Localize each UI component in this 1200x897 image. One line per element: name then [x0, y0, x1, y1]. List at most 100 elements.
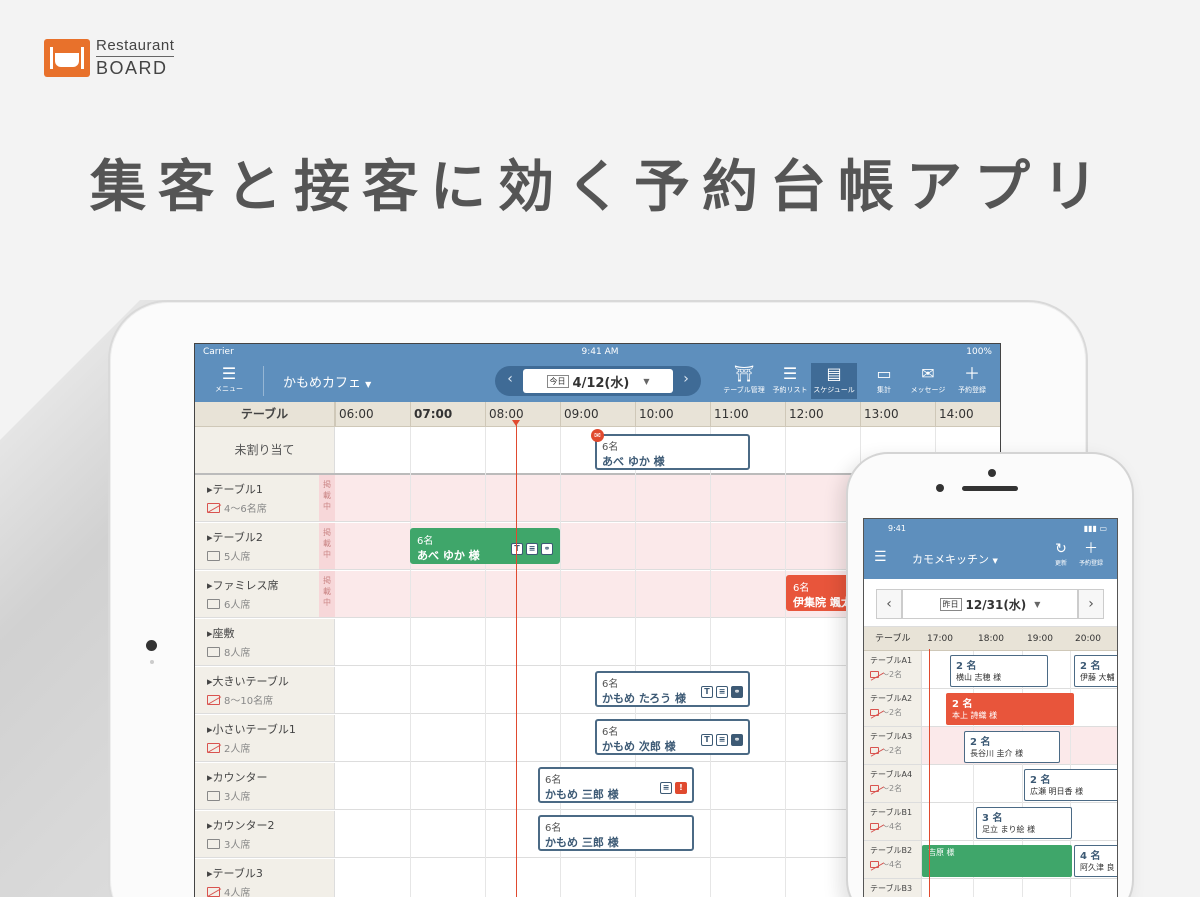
seat-icon [207, 838, 220, 849]
tool-label: メッセージ [910, 386, 946, 394]
table-name: ▸テーブル1 [207, 483, 263, 496]
table-name: テーブルB2 [870, 846, 913, 855]
date-selector[interactable]: 昨日 12/31(水) ▼ [902, 589, 1078, 619]
time-header: テーブル 06:00 07:00 08:00 09:00 10:00 11:00… [195, 402, 1000, 427]
tool-message[interactable]: ✉ メッセージ [905, 363, 951, 395]
no-smoking-seat-icon [870, 823, 879, 830]
reservation-card[interactable]: ✉ 6名 あべ ゆか 様 [591, 429, 750, 470]
table-name: ▸ファミレス席 [207, 579, 279, 592]
seat-icon [207, 790, 220, 801]
time-label: 06:00 [335, 402, 410, 427]
time-label: 08:00 [485, 402, 560, 427]
reservation-card[interactable]: 2 名伊藤 大輔 [1074, 655, 1117, 687]
table-name: ▸カウンター2 [207, 819, 275, 832]
guest-name: 阿久津 良 [1080, 863, 1115, 872]
no-smoking-seat-icon [870, 709, 879, 716]
iphone-camera-icon [936, 484, 944, 492]
table-row[interactable]: テーブルB3 [864, 879, 1117, 897]
guest-name: 長谷川 圭介 様 [970, 749, 1024, 758]
no-smoking-seat-icon [870, 861, 879, 868]
tool-add-reservation[interactable]: ＋ 予約登録 [949, 363, 995, 395]
time-label: 07:00 [410, 402, 485, 427]
plus-icon: ＋ [1084, 541, 1098, 557]
yesterday-tag[interactable]: 昨日 [939, 597, 962, 611]
hamburger-icon[interactable]: ☰ [874, 549, 887, 565]
iphone-speaker [962, 486, 1018, 491]
schedule-icon: ▤ [826, 364, 842, 383]
prev-day-button[interactable]: ‹ [876, 589, 902, 619]
hamburger-icon: ☰ [221, 364, 237, 383]
seat-count: 〜2名 [881, 670, 903, 679]
memo-icon: ≡ [716, 686, 728, 698]
menu-button[interactable]: ☰ メニュー [211, 364, 247, 394]
date-navigator: ‹ 今日 4/12(水) ▼ › [495, 366, 701, 396]
chevron-down-icon: ▼ [1034, 599, 1041, 609]
guest-name: 伊藤 大輔 [1080, 673, 1115, 682]
seat-count: 3人席 [224, 840, 251, 851]
divider [263, 366, 264, 396]
mail-icon: ✉ [591, 429, 604, 442]
table-name: テーブルA2 [870, 694, 913, 703]
prev-day-button[interactable]: ‹ [499, 371, 521, 387]
table-name: テーブルB1 [870, 808, 913, 817]
store-name: カモメキッチン [912, 553, 989, 566]
menu-label: メニュー [215, 385, 243, 393]
tool-reservation-list[interactable]: ☰ 予約リスト [767, 363, 813, 395]
time-label: 20:00 [1075, 634, 1101, 644]
iphone-screen: 9:41 ▮▮▮ ▭ ☰ カモメキッチン ▼ ↻ 更新 ＋ 予約登録 ‹ 昨日 12… [863, 518, 1118, 897]
iphone-date-bar: ‹ 昨日 12/31(水) ▼ › [864, 579, 1117, 627]
memo-icon: ≡ [526, 543, 538, 555]
unassigned-label: 未割り当て [195, 427, 335, 473]
seat-count: 〜2名 [881, 708, 903, 717]
reservation-card[interactable]: 2 名横山 志穂 様 [950, 655, 1048, 687]
seat-icon [207, 550, 220, 561]
reservation-card[interactable]: 6名 かもめ 三郎 様 [538, 815, 694, 851]
date-selector[interactable]: 今日 4/12(水) ▼ [523, 369, 673, 393]
grid-line [410, 427, 411, 897]
time-label: 14:00 [935, 402, 1000, 427]
iphone-app-bar: ☰ カモメキッチン ▼ ↻ 更新 ＋ 予約登録 [864, 537, 1117, 579]
table-name: ▸テーブル3 [207, 867, 263, 880]
today-tag[interactable]: 今日 [546, 374, 569, 388]
date-value: 12/31(水) [965, 597, 1027, 612]
tool-schedule[interactable]: ▤ スケジュール [811, 363, 857, 399]
guest-name: 横山 志穂 様 [956, 673, 1002, 682]
seat-count: 〜2名 [881, 746, 903, 755]
reservation-card[interactable]: 6名 かもめ 三郎 様 ≡! [538, 767, 694, 803]
table-name: ▸テーブル2 [207, 531, 263, 544]
reservation-card[interactable]: 6名 かもめ たろう 様 T ≡ ⚭ [595, 671, 750, 707]
table-name: ▸カウンター [207, 771, 268, 784]
add-reservation-button[interactable]: ＋ 予約登録 [1076, 540, 1106, 567]
refresh-button[interactable]: ↻ 更新 [1046, 540, 1076, 567]
next-day-button[interactable]: › [675, 371, 697, 387]
store-selector[interactable]: かもめカフェ ▼ [283, 372, 371, 391]
party-size: 2 名 [1030, 775, 1051, 786]
reservation-card[interactable]: 2 名本上 詩織 様 [946, 693, 1074, 725]
ipad-sensor [150, 660, 154, 664]
reservation-card[interactable]: 4 名阿久津 良 [1074, 845, 1117, 877]
reservation-card[interactable]: 6名 かもめ 次郎 様 T ≡ ⚭ [595, 719, 750, 755]
next-day-button[interactable]: › [1078, 589, 1104, 619]
ipad-home-camera-icon [146, 640, 157, 651]
guest-name: かもめ 三郎 様 [545, 836, 619, 849]
reservation-card[interactable]: 2 名長谷川 圭介 様 [964, 731, 1060, 763]
current-time-line [516, 422, 517, 897]
reservation-card[interactable]: 3 名足立 まり絵 様 [976, 807, 1072, 839]
iphone-schedule-grid: テーブル 17:00 18:00 19:00 20:00 テーブルA1 〜2名 テ… [864, 627, 1117, 897]
store-selector[interactable]: カモメキッチン ▼ [912, 551, 998, 567]
table-name: ▸小さいテーブル1 [207, 723, 296, 736]
reservation-card[interactable]: 吉原 様 [922, 845, 1072, 877]
reservation-card[interactable]: 6名 あべ ゆか 様 T ≡ ⚭ [410, 528, 560, 564]
ipad-app-bar: ☰ メニュー かもめカフェ ▼ ‹ 今日 4/12(水) ▼ › ⛩ テーブル管理… [195, 360, 1000, 402]
table-name: ▸大きいテーブル [207, 675, 289, 688]
status-time: 9:41 AM [581, 347, 619, 357]
tool-table-management[interactable]: ⛩ テーブル管理 [721, 363, 767, 395]
restaurant-board-logo: Restaurant BOARD [44, 38, 175, 77]
time-label: 17:00 [927, 634, 953, 644]
time-label: 18:00 [978, 634, 1004, 644]
tool-stats[interactable]: ▭ 集計 [861, 363, 907, 395]
iphone-sensor [988, 469, 996, 477]
guest-name: 広瀬 明日香 様 [1030, 787, 1084, 796]
reservation-card[interactable]: 2 名広瀬 明日香 様 [1024, 769, 1117, 801]
t-badge-icon: T [511, 543, 523, 555]
